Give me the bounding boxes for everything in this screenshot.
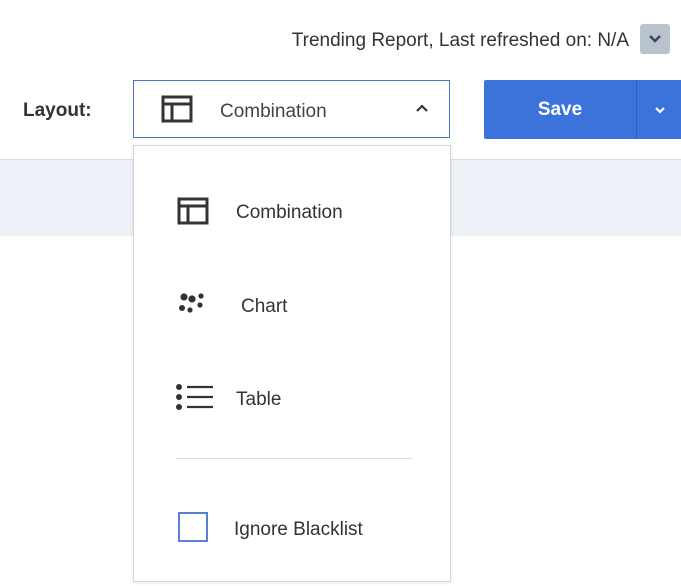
ignore-blacklist-checkbox[interactable]: [178, 512, 208, 542]
trending-report-page: Trending Report, Last refreshed on: N/A …: [0, 0, 681, 586]
chevron-down-icon: [654, 106, 665, 114]
save-button[interactable]: Save: [484, 80, 636, 139]
menu-separator: [176, 458, 412, 459]
layout-option-label: Chart: [241, 296, 288, 317]
ignore-blacklist-label: Ignore Blacklist: [234, 519, 363, 540]
combination-layout-icon: [177, 197, 209, 225]
list-icon: [176, 384, 213, 410]
combination-layout-icon: [161, 95, 193, 123]
save-options-button[interactable]: [636, 80, 681, 139]
chevron-up-icon: [416, 104, 428, 112]
chart-dots-icon: [179, 293, 204, 313]
layout-selected-value: Combination: [220, 101, 327, 122]
ignore-blacklist-option[interactable]: Ignore Blacklist: [134, 503, 450, 559]
layout-option-label: Combination: [236, 202, 343, 223]
chevron-down-icon: [649, 35, 661, 43]
layout-option-combination[interactable]: Combination: [134, 184, 450, 240]
layout-option-label: Table: [236, 389, 282, 410]
layout-option-chart[interactable]: Chart: [134, 278, 450, 334]
layout-select[interactable]: Combination: [133, 80, 450, 138]
refresh-info-toggle-button[interactable]: [640, 24, 670, 54]
layout-option-table[interactable]: Table: [134, 371, 450, 427]
last-refreshed-text: Trending Report, Last refreshed on: N/A: [291, 30, 629, 51]
layout-dropdown-menu: Combination Chart Table Ignore Blacklist: [133, 145, 451, 582]
layout-label: Layout:: [23, 100, 92, 121]
